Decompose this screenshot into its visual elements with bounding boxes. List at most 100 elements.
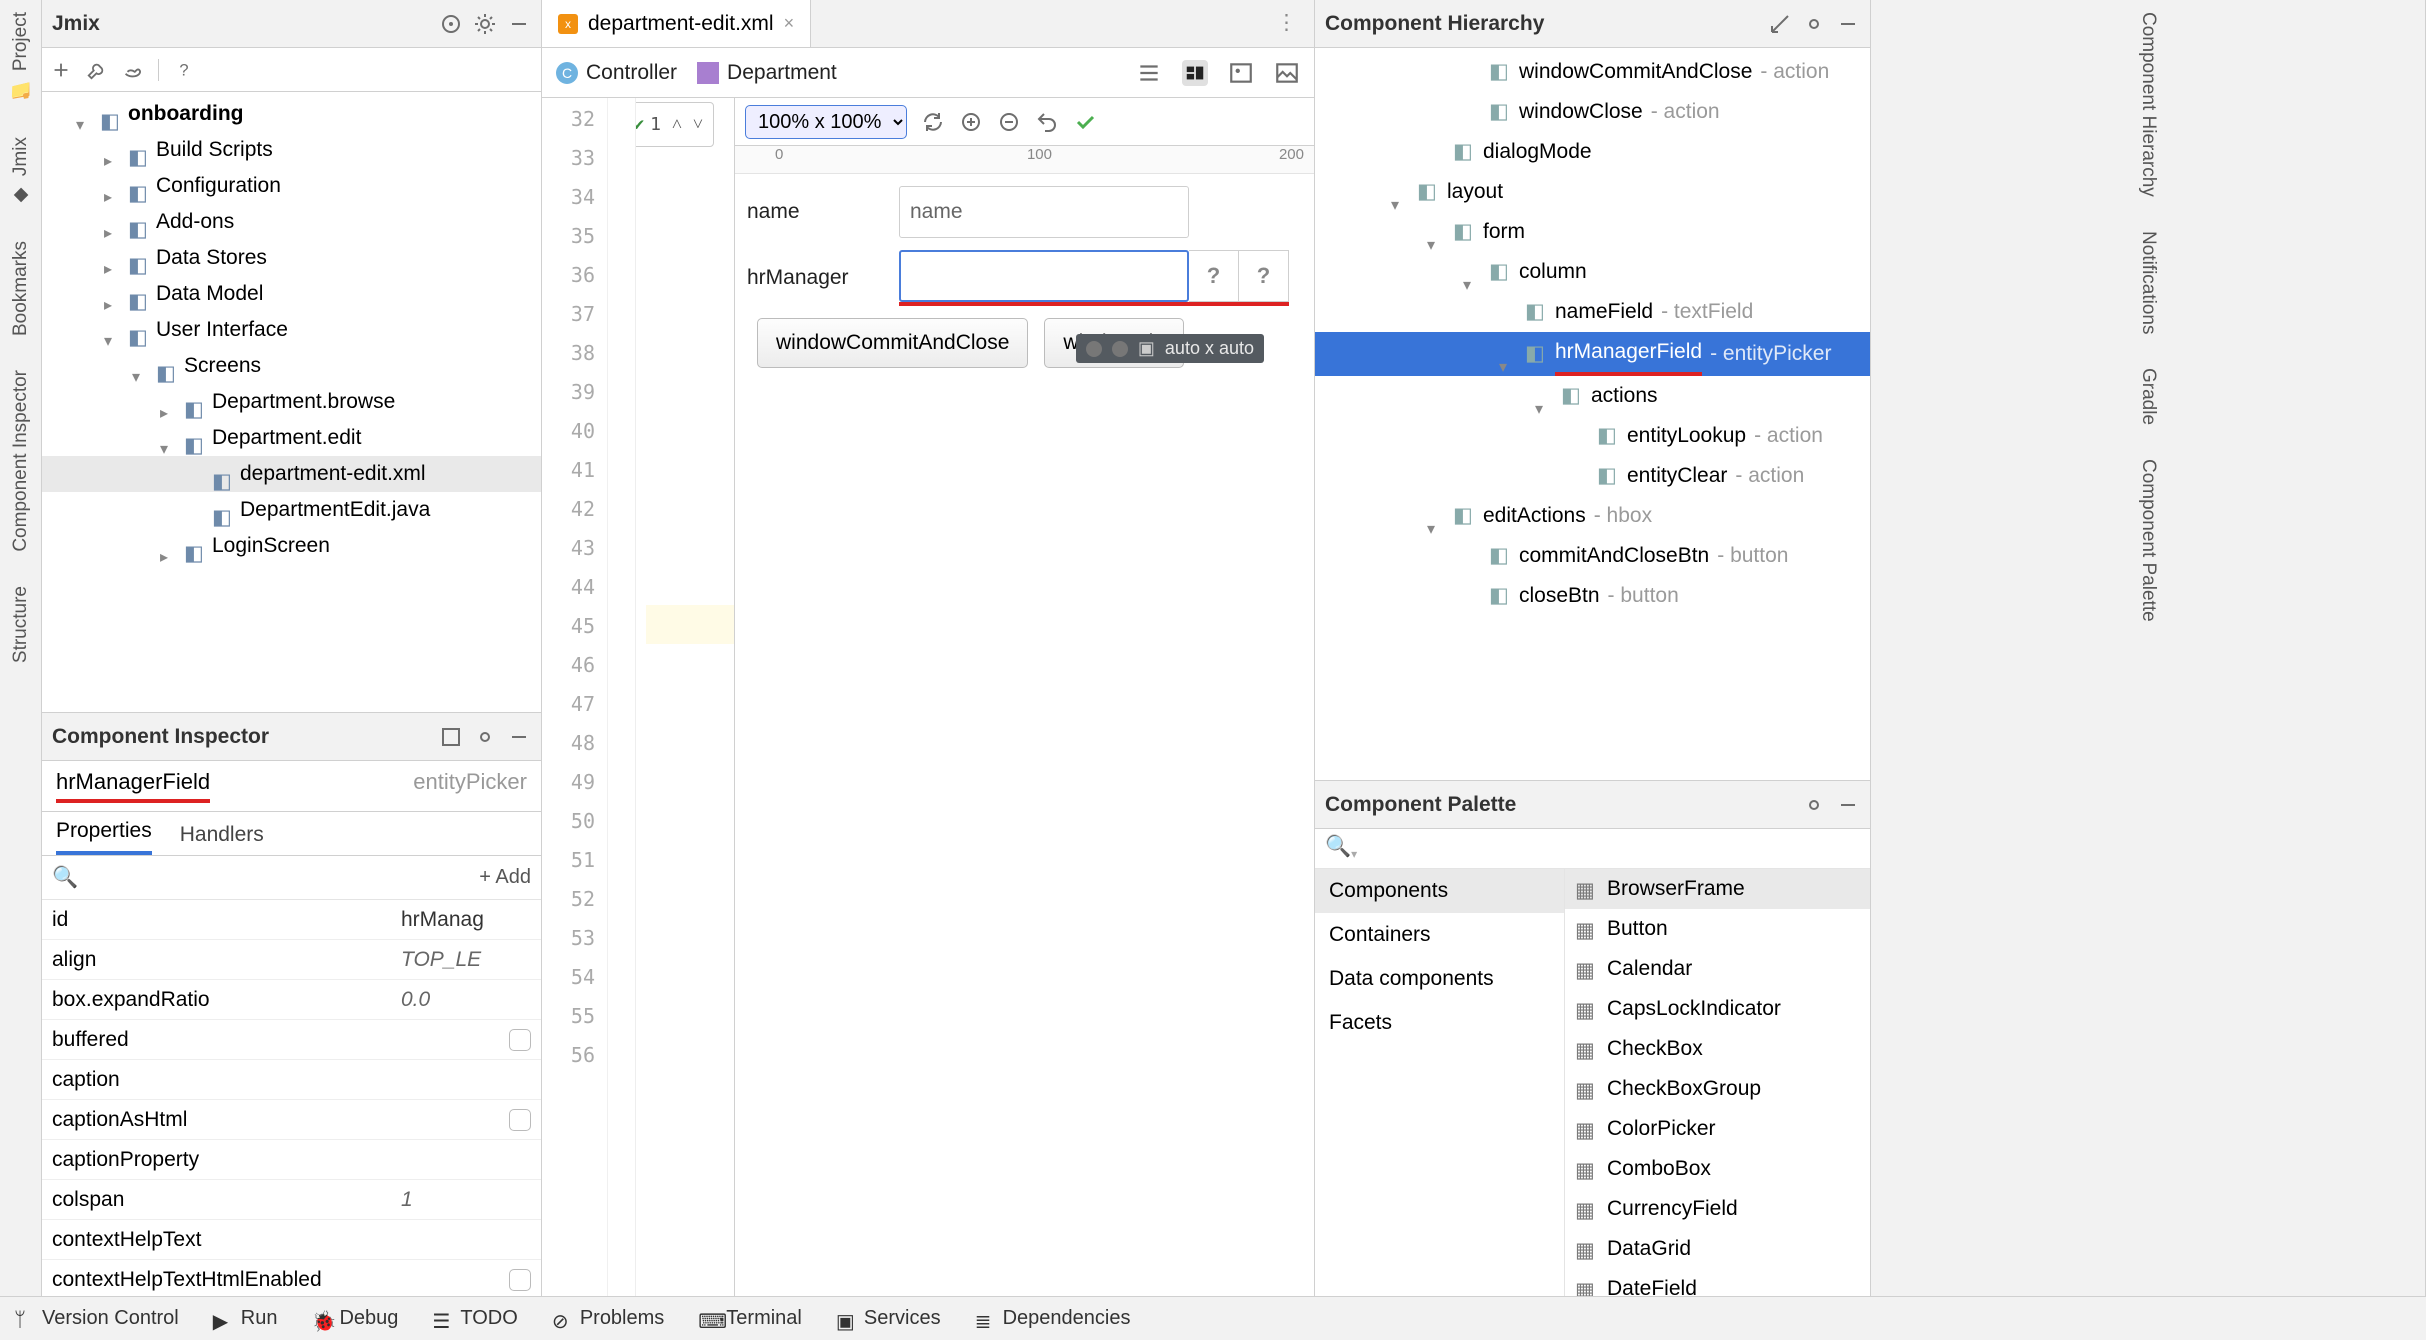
status-dependencies[interactable]: ≣Dependencies xyxy=(975,1307,1131,1330)
preview-commit-button[interactable]: windowCommitAndClose xyxy=(757,318,1028,368)
minimize-icon[interactable] xyxy=(1836,793,1860,817)
project-node[interactable]: ◧DepartmentEdit.java xyxy=(42,492,541,528)
help-icon[interactable]: ? xyxy=(173,59,195,81)
gear-icon[interactable] xyxy=(473,725,497,749)
prop-buffered[interactable]: buffered xyxy=(42,1020,541,1060)
wrench-icon[interactable] xyxy=(86,59,108,81)
project-node[interactable]: ◧Configuration xyxy=(42,168,541,204)
palette-items[interactable]: ▦BrowserFrame▦Button▦Calendar▦CapsLockIn… xyxy=(1565,869,1870,1340)
project-node[interactable]: ◧Screens xyxy=(42,348,541,384)
status-todo[interactable]: ☰TODO xyxy=(432,1307,517,1330)
preview-zoom-select[interactable]: 100% x 100% xyxy=(745,105,907,139)
hier-windowCommitAndClose[interactable]: ◧windowCommitAndClose - action xyxy=(1315,52,1870,92)
jmix-project-tree[interactable]: ◧onboarding◧Build Scripts◧Configuration ◧… xyxy=(42,92,541,712)
window-icon[interactable] xyxy=(439,725,463,749)
inspector-add-button[interactable]: + Add xyxy=(479,866,531,889)
crumb-entity[interactable]: Department xyxy=(697,61,837,85)
scroll-from-source-icon[interactable] xyxy=(1768,12,1792,36)
prop-contextHelpText[interactable]: contextHelpText xyxy=(42,1220,541,1260)
prop-contextHelpTextHtmlEnabled[interactable]: contextHelpTextHtmlEnabled xyxy=(42,1260,541,1300)
palette-cat-facets[interactable]: Facets xyxy=(1315,1001,1564,1045)
palette-cat-containers[interactable]: Containers xyxy=(1315,913,1564,957)
undo-icon[interactable] xyxy=(1035,110,1059,134)
zoom-in-icon[interactable] xyxy=(959,110,983,134)
project-node[interactable]: ◧LoginScreen xyxy=(42,528,541,564)
code-view[interactable]: ✔ ✓ 1 ˄ ˅ 1 ˄ ˅ <action id="w capti icon… xyxy=(636,98,734,1298)
prop-id[interactable]: idhrManag xyxy=(42,900,541,940)
preview-hrmanager-field[interactable] xyxy=(899,250,1189,302)
preview-lookup-button[interactable]: ? xyxy=(1189,250,1239,302)
tab-properties[interactable]: Properties xyxy=(56,819,152,855)
hierarchy-tree[interactable]: ◧windowCommitAndClose - action◧windowClo… xyxy=(1315,48,1870,780)
palette-item-Calendar[interactable]: ▦Calendar xyxy=(1565,949,1870,989)
palette-item-Button[interactable]: ▦Button xyxy=(1565,909,1870,949)
prop-captionProperty[interactable]: captionProperty xyxy=(42,1140,541,1180)
status-services[interactable]: ▣Services xyxy=(836,1307,941,1330)
checkbox[interactable] xyxy=(509,1029,531,1051)
preview-clear-button[interactable]: ? xyxy=(1239,250,1289,302)
prop-box.expandRatio[interactable]: box.expandRatio0.0 xyxy=(42,980,541,1020)
gear-icon[interactable] xyxy=(473,12,497,36)
hier-column[interactable]: ◧column xyxy=(1315,252,1870,292)
strip-item-structure[interactable]: Structure xyxy=(10,580,32,669)
gradle-icon[interactable] xyxy=(122,59,144,81)
palette-item-ColorPicker[interactable]: ▦ColorPicker xyxy=(1565,1109,1870,1149)
prop-colspan[interactable]: colspan1 xyxy=(42,1180,541,1220)
tab-handlers[interactable]: Handlers xyxy=(180,823,264,855)
hier-form[interactable]: ◧form xyxy=(1315,212,1870,252)
status-version-control[interactable]: ᛘVersion Control xyxy=(14,1307,179,1330)
overflow-icon[interactable]: ⋮ xyxy=(1276,10,1304,38)
image-view-icon[interactable] xyxy=(1228,60,1254,86)
gear-icon[interactable] xyxy=(1802,12,1826,36)
project-node[interactable]: ◧department-edit.xml xyxy=(42,456,541,492)
status-debug[interactable]: 🐞Debug xyxy=(311,1307,398,1330)
strip-item-project[interactable]: 📁Project xyxy=(9,6,33,109)
project-node[interactable]: ◧Department.edit xyxy=(42,420,541,456)
close-tab-icon[interactable]: × xyxy=(784,13,795,34)
minimize-icon[interactable] xyxy=(507,725,531,749)
target-icon[interactable] xyxy=(439,12,463,36)
checkbox[interactable] xyxy=(509,1109,531,1131)
prop-align[interactable]: alignTOP_LE xyxy=(42,940,541,980)
hier-layout[interactable]: ◧layout xyxy=(1315,172,1870,212)
editor-tab[interactable]: x department-edit.xml × xyxy=(542,0,811,47)
hier-dialogMode[interactable]: ◧dialogMode xyxy=(1315,132,1870,172)
minimize-icon[interactable] xyxy=(507,12,531,36)
status-problems[interactable]: ⊘Problems xyxy=(552,1307,664,1330)
hier-entityClear[interactable]: ◧entityClear - action xyxy=(1315,456,1870,496)
status-terminal[interactable]: ⌨Terminal xyxy=(698,1307,802,1330)
palette-cat-components[interactable]: Components xyxy=(1315,869,1564,913)
hier-entityLookup[interactable]: ◧entityLookup - action xyxy=(1315,416,1870,456)
palette-categories[interactable]: ComponentsContainersData componentsFacet… xyxy=(1315,869,1565,1340)
hier-hrManagerField[interactable]: ◧hrManagerField - entityPicker xyxy=(1315,332,1870,376)
project-node[interactable]: ◧User Interface xyxy=(42,312,541,348)
hier-closeBtn[interactable]: ◧closeBtn - button xyxy=(1315,576,1870,616)
project-node[interactable]: ◧Department.browse xyxy=(42,384,541,420)
inspector-search-input[interactable] xyxy=(84,866,384,889)
hier-windowClose[interactable]: ◧windowClose - action xyxy=(1315,92,1870,132)
preview-name-field[interactable]: name xyxy=(899,186,1189,238)
prop-captionAsHtml[interactable]: captionAsHtml xyxy=(42,1100,541,1140)
project-node[interactable]: ◧Data Model xyxy=(42,276,541,312)
preview-canvas[interactable]: name name hrManager ? ? windowCommitAndC… xyxy=(735,174,1314,1298)
palette-search[interactable]: 🔍▾ xyxy=(1315,829,1870,869)
crumb-controller[interactable]: C Controller xyxy=(556,61,677,85)
project-node[interactable]: ◧onboarding xyxy=(42,96,541,132)
palette-item-BrowserFrame[interactable]: ▦BrowserFrame xyxy=(1565,869,1870,909)
hier-commitAndCloseBtn[interactable]: ◧commitAndCloseBtn - button xyxy=(1315,536,1870,576)
strip-item-gradle[interactable]: Gradle xyxy=(2137,362,2159,431)
project-node[interactable]: ◧Data Stores xyxy=(42,240,541,276)
palette-item-CurrencyField[interactable]: ▦CurrencyField xyxy=(1565,1189,1870,1229)
strip-item-component-inspector[interactable]: Component Inspector xyxy=(10,364,32,558)
project-node[interactable]: ◧Build Scripts xyxy=(42,132,541,168)
fold-gutter[interactable] xyxy=(608,98,636,1298)
strip-item-bookmarks[interactable]: Bookmarks xyxy=(10,235,32,342)
palette-item-CheckBoxGroup[interactable]: ▦CheckBoxGroup xyxy=(1565,1069,1870,1109)
status-run[interactable]: ▶Run xyxy=(213,1307,278,1330)
picture-view-icon[interactable] xyxy=(1274,60,1300,86)
add-icon[interactable] xyxy=(50,59,72,81)
apply-icon[interactable] xyxy=(1073,110,1097,134)
strip-item-jmix[interactable]: ◆Jmix xyxy=(10,131,32,213)
palette-item-ComboBox[interactable]: ▦ComboBox xyxy=(1565,1149,1870,1189)
palette-item-CheckBox[interactable]: ▦CheckBox xyxy=(1565,1029,1870,1069)
